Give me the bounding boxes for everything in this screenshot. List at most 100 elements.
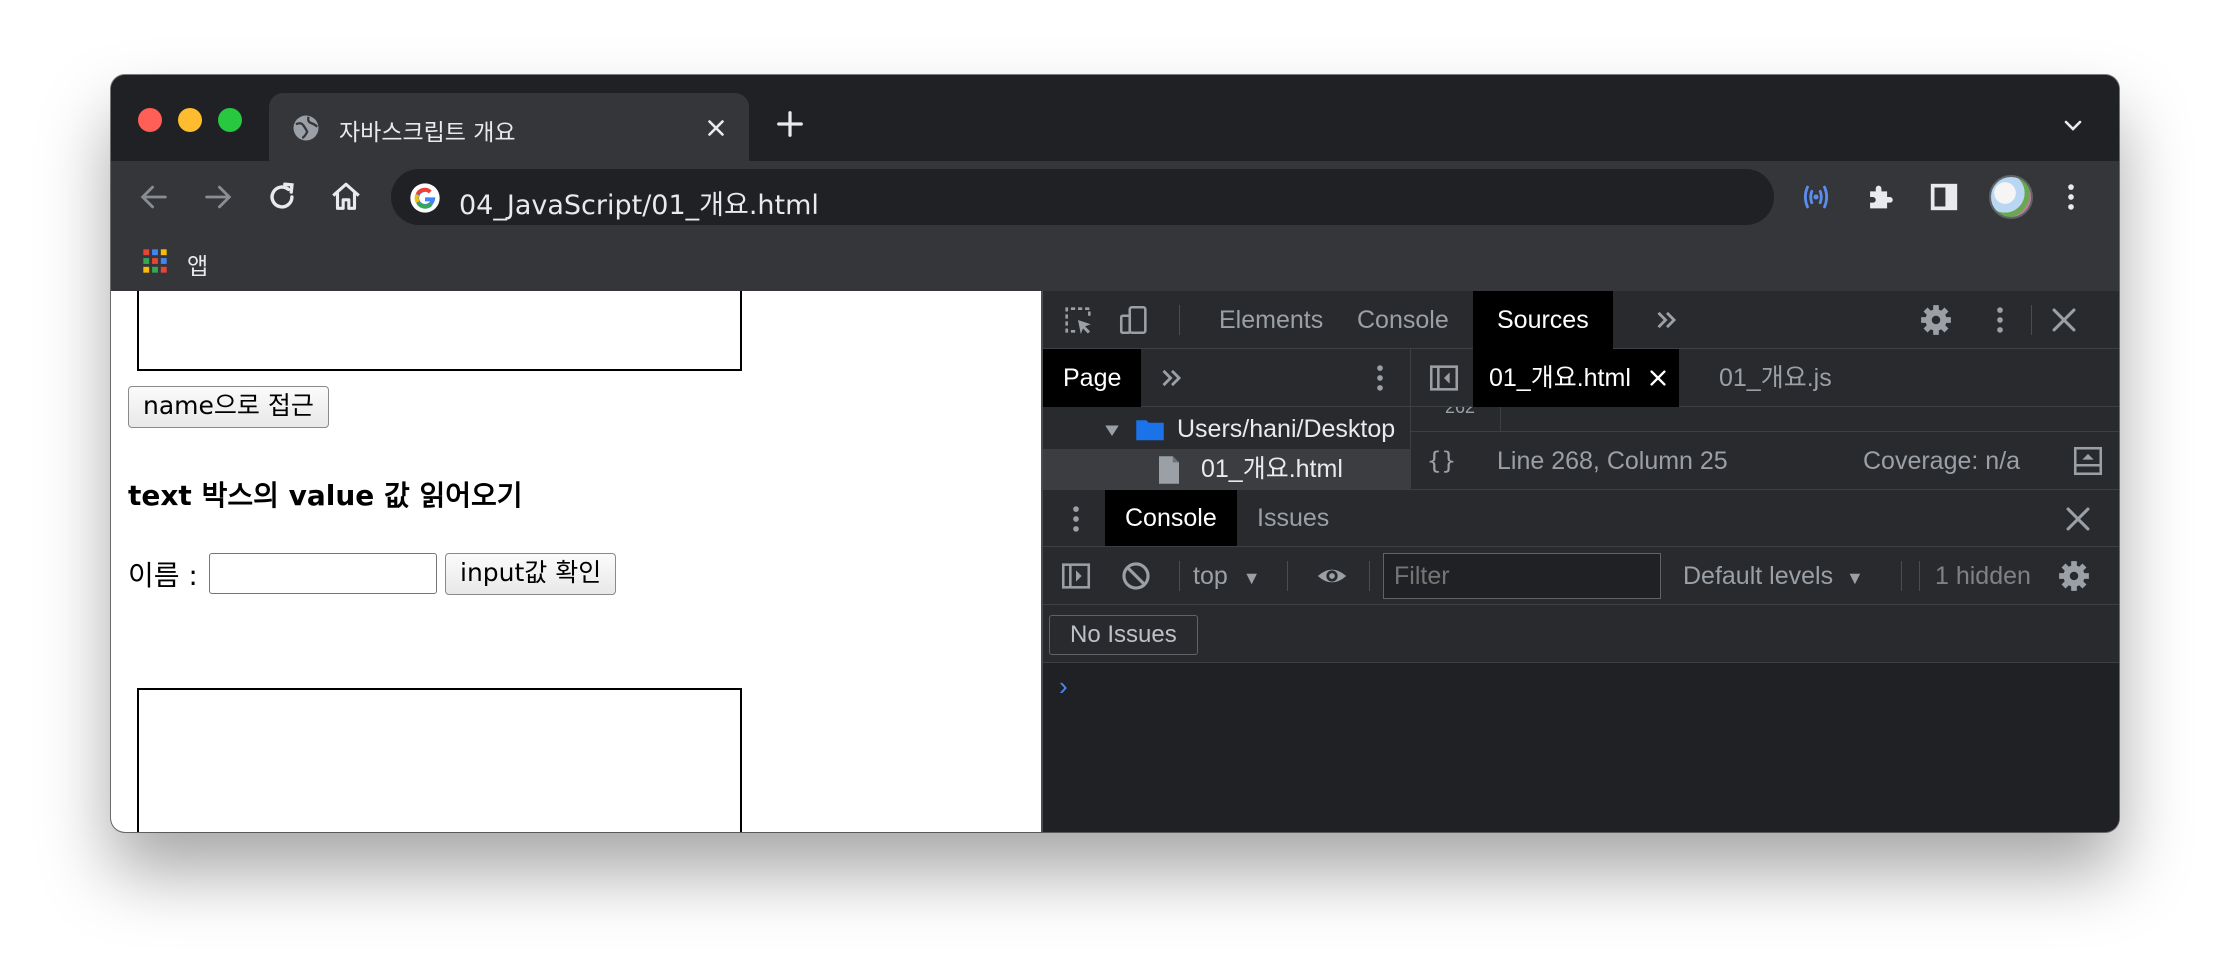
expand-triangle-icon[interactable] xyxy=(1103,421,1121,439)
name-access-button[interactable]: name으로 접근 xyxy=(128,386,329,428)
navigator-header: Page xyxy=(1043,349,1411,407)
show-sidebar-icon[interactable] xyxy=(1059,559,1093,593)
output-box-top xyxy=(137,291,742,371)
section-heading: text 박스의 value 값 읽어오기 xyxy=(128,479,523,512)
output-box-bottom xyxy=(137,688,742,832)
drawer-header: Console Issues xyxy=(1043,489,2119,547)
editor-tab-label: 01_개요.html xyxy=(1489,364,1631,392)
toggle-navigator-icon[interactable] xyxy=(1427,361,1461,395)
console-toolbar: top ▼ Default levels ▼ 1 hidden xyxy=(1043,547,2119,605)
apps-grid-icon[interactable] xyxy=(141,247,169,275)
kebab-menu-icon[interactable] xyxy=(1059,502,1093,536)
context-value: top xyxy=(1193,562,1228,590)
file-icon xyxy=(1159,456,1179,484)
log-levels-dropdown[interactable]: Default levels ▼ xyxy=(1683,547,1864,605)
google-icon xyxy=(410,183,440,213)
file-navigator: Page Users/hani/Desktop 01_개요.html xyxy=(1043,349,1411,489)
tree-item-file[interactable]: 01_개요.html xyxy=(1043,449,1411,489)
name-label: 이름 : xyxy=(128,559,198,592)
hidden-messages-count: 1 hidden xyxy=(1935,562,2031,590)
close-icon[interactable] xyxy=(1647,367,1669,389)
tab-title: 자바스크립트 개요 xyxy=(339,120,516,146)
browser-toolbar: 04_JavaScript/01_개요.html xyxy=(111,161,2119,233)
eye-icon[interactable] xyxy=(1315,559,1349,593)
kebab-menu-icon[interactable] xyxy=(1363,361,1397,395)
page-viewport: name으로 접근 text 박스의 value 값 읽어오기 이름 : inp… xyxy=(111,291,1041,832)
chevron-down-icon[interactable] xyxy=(2061,113,2085,137)
no-issues-button[interactable]: No Issues xyxy=(1049,615,1198,655)
side-panel-icon[interactable] xyxy=(1927,180,1961,214)
address-bar[interactable]: 04_JavaScript/01_개요.html xyxy=(391,169,1774,225)
editor-tab-js[interactable]: 01_개요.js xyxy=(1703,349,1848,407)
devtools-panel: Elements Console Sources Page Users/hani… xyxy=(1041,291,2119,832)
editor-tab-html[interactable]: 01_개요.html xyxy=(1473,349,1679,407)
close-window-button[interactable] xyxy=(138,108,162,132)
gear-icon[interactable] xyxy=(2057,559,2091,593)
tab-page[interactable]: Page xyxy=(1043,349,1142,407)
toolbar-separator xyxy=(1369,561,1370,591)
more-tabs-chevron-icon[interactable] xyxy=(1155,361,1189,395)
name-input[interactable] xyxy=(209,553,437,594)
log-levels-value: Default levels xyxy=(1683,562,1834,590)
tab-sources[interactable]: Sources xyxy=(1473,291,1613,349)
browser-tab-active[interactable]: 자바스크립트 개요 xyxy=(269,93,749,161)
close-icon[interactable] xyxy=(2047,303,2081,337)
cursor-position: Line 268, Column 25 xyxy=(1497,447,1728,475)
console-output[interactable]: › xyxy=(1043,663,2119,832)
close-icon[interactable] xyxy=(2061,502,2095,536)
input-check-button[interactable]: input값 확인 xyxy=(445,553,617,595)
tab-console[interactable]: Console xyxy=(1333,291,1473,349)
devtools-toolbar: Elements Console Sources xyxy=(1043,291,2119,349)
issues-bar: No Issues xyxy=(1043,605,2119,663)
toolbar-separator xyxy=(1179,561,1180,591)
tree-item-folder[interactable]: Users/hani/Desktop xyxy=(1043,409,1411,449)
apps-bookmark-label[interactable]: 앱 xyxy=(187,247,208,281)
sources-panel: Page Users/hani/Desktop 01_개요.html 01_개요… xyxy=(1043,349,2119,489)
tab-strip: 자바스크립트 개요 xyxy=(111,75,2119,161)
dropdown-triangle-icon: ▼ xyxy=(1242,568,1261,588)
kebab-menu-icon[interactable] xyxy=(1983,303,2017,337)
file-name: 01_개요.html xyxy=(1201,455,1343,483)
new-tab-button[interactable] xyxy=(775,109,805,139)
toolbar-separator xyxy=(1901,561,1902,591)
bookmarks-bar: 앱 xyxy=(111,233,2119,291)
dropdown-triangle-icon: ▼ xyxy=(1846,568,1864,588)
source-editor: 01_개요.html 01_개요.js 262 {} Line 268, Col… xyxy=(1411,349,2119,489)
globe-icon xyxy=(293,115,319,141)
editor-status-bar: {} Line 268, Column 25 Coverage: n/a xyxy=(1411,431,2119,489)
toolbar-separator xyxy=(1919,561,1920,591)
clear-console-icon[interactable] xyxy=(1119,559,1153,593)
toolbar-separator xyxy=(1287,561,1288,591)
line-gutter: 262 xyxy=(1411,407,1501,431)
minimize-window-button[interactable] xyxy=(178,108,202,132)
url-text[interactable]: 04_JavaScript/01_개요.html xyxy=(459,183,819,222)
extensions-puzzle-icon[interactable] xyxy=(1863,180,1897,214)
maximize-window-button[interactable] xyxy=(218,108,242,132)
more-tabs-chevron-icon[interactable] xyxy=(1650,303,1684,337)
filter-input[interactable] xyxy=(1383,553,1661,599)
inspect-element-icon[interactable] xyxy=(1061,303,1095,337)
close-icon[interactable] xyxy=(703,115,729,141)
coverage-status: Coverage: n/a xyxy=(1863,447,2021,475)
context-selector[interactable]: top ▼ xyxy=(1193,547,1261,605)
pretty-print-braces-icon[interactable]: {} xyxy=(1427,432,1456,490)
line-number: 262 xyxy=(1445,407,1476,417)
console-prompt[interactable]: › xyxy=(1059,671,1068,702)
profile-avatar[interactable] xyxy=(1989,175,2033,219)
drawer-tab-issues[interactable]: Issues xyxy=(1237,490,1349,546)
editor-tabs: 01_개요.html 01_개요.js xyxy=(1411,349,2119,407)
forward-icon[interactable] xyxy=(201,180,235,214)
toolbar-separator xyxy=(2031,305,2032,335)
media-router-icon[interactable] xyxy=(1799,180,1833,214)
reload-icon[interactable] xyxy=(265,180,299,214)
tab-elements[interactable]: Elements xyxy=(1195,291,1347,349)
kebab-menu-icon[interactable] xyxy=(2054,180,2088,214)
drawer-tab-console[interactable]: Console xyxy=(1105,490,1237,546)
home-icon[interactable] xyxy=(329,180,363,214)
browser-window: 자바스크립트 개요 04_JavaScript/01_개요.html 앱 nam… xyxy=(111,75,2119,832)
toggle-debugger-sidebar-icon[interactable] xyxy=(2071,444,2105,478)
back-icon[interactable] xyxy=(137,180,171,214)
device-toolbar-icon[interactable] xyxy=(1117,303,1151,337)
folder-icon xyxy=(1136,420,1164,441)
gear-icon[interactable] xyxy=(1919,303,1953,337)
